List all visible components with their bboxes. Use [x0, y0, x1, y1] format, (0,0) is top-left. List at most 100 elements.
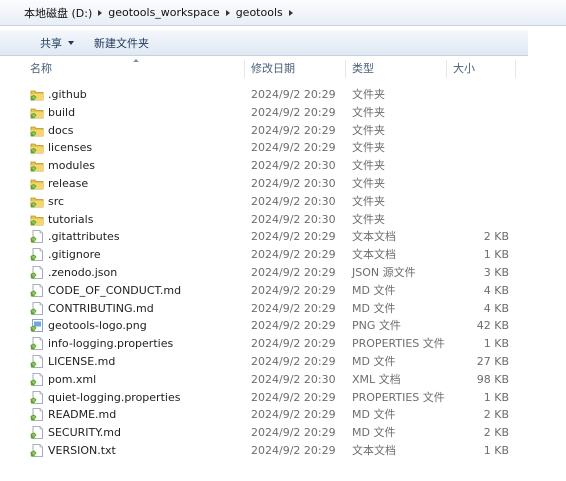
- file-date: 2024/9/2 20:29: [251, 123, 336, 137]
- file-row[interactable]: .zenodo.json 2024/9/2 20:29 JSON 源文件 3 KB: [24, 264, 528, 282]
- file-row[interactable]: .gitignore 2024/9/2 20:29 文本文档 1 KB: [24, 246, 528, 264]
- file-row[interactable]: docs 2024/9/2 20:29 文件夹: [24, 122, 528, 140]
- file-name: VERSION.txt: [48, 443, 116, 457]
- file-date: 2024/9/2 20:29: [251, 354, 336, 368]
- folder-icon: [30, 213, 44, 226]
- file-row[interactable]: CONTRIBUTING.md 2024/9/2 20:29 MD 文件 4 KB: [24, 300, 528, 318]
- file-name: licenses: [48, 141, 93, 155]
- file-icon: [30, 301, 44, 315]
- file-row[interactable]: modules 2024/9/2 20:30 文件夹: [24, 157, 528, 175]
- file-row[interactable]: build 2024/9/2 20:29 文件夹: [24, 104, 528, 122]
- file-date: 2024/9/2 20:29: [251, 141, 336, 155]
- chevron-right-icon[interactable]: [288, 9, 293, 16]
- file-size: 2 KB: [483, 408, 509, 422]
- column-header-size[interactable]: 大小: [453, 58, 513, 80]
- share-label: 共享: [40, 36, 62, 50]
- file-size: 1 KB: [483, 443, 509, 457]
- file-name: .gitignore: [48, 248, 101, 262]
- file-date: 2024/9/2 20:29: [251, 408, 336, 422]
- file-name: docs: [48, 123, 74, 137]
- new-folder-label: 新建文件夹: [94, 36, 149, 50]
- file-name: quiet-logging.properties: [48, 390, 181, 404]
- file-size: 3 KB: [483, 265, 509, 279]
- file-row[interactable]: geotools-logo.png 2024/9/2 20:29 PNG 文件 42 …: [24, 317, 528, 335]
- file-row[interactable]: SECURITY.md 2024/9/2 20:29 MD 文件 2 KB: [24, 424, 528, 442]
- file-row[interactable]: quiet-logging.properties 2024/9/2 20:29 PR…: [24, 389, 528, 407]
- image-file-icon: [30, 319, 44, 333]
- file-row[interactable]: VERSION.txt 2024/9/2 20:29 文本文档 1 KB: [24, 442, 528, 460]
- breadcrumb-item-drive[interactable]: 本地磁盘 (D:): [24, 5, 108, 21]
- file-date: 2024/9/2 20:29: [251, 105, 336, 119]
- file-row[interactable]: licenses 2024/9/2 20:29 文件夹: [24, 139, 528, 157]
- file-size: 1 KB: [483, 248, 509, 262]
- column-header-type[interactable]: 类型: [352, 58, 447, 80]
- file-type: XML 文档: [352, 372, 401, 386]
- file-type: MD 文件: [352, 408, 396, 422]
- column-header-date[interactable]: 修改日期: [251, 58, 346, 80]
- file-date: 2024/9/2 20:30: [251, 194, 336, 208]
- file-icon: [30, 337, 44, 351]
- file-date: 2024/9/2 20:29: [251, 443, 336, 457]
- chevron-right-icon[interactable]: [98, 9, 103, 16]
- file-size: 2 KB: [483, 426, 509, 440]
- file-type: 文件夹: [352, 141, 385, 155]
- file-row[interactable]: tutorials 2024/9/2 20:30 文件夹: [24, 211, 528, 229]
- file-icon: [30, 248, 44, 262]
- file-date: 2024/9/2 20:29: [251, 337, 336, 351]
- file-date: 2024/9/2 20:30: [251, 212, 336, 226]
- file-type: MD 文件: [352, 301, 396, 315]
- file-row[interactable]: info-logging.properties 2024/9/2 20:29 PRO…: [24, 335, 528, 353]
- file-row[interactable]: release 2024/9/2 20:30 文件夹: [24, 175, 528, 193]
- file-size: 98 KB: [476, 372, 509, 386]
- file-name: .github: [48, 88, 87, 101]
- file-row[interactable]: .github 2024/9/2 20:29 文件夹: [24, 86, 528, 104]
- folder-icon: [30, 124, 44, 137]
- file-date: 2024/9/2 20:29: [251, 426, 336, 440]
- column-divider[interactable]: [345, 60, 346, 78]
- breadcrumb-item-workspace[interactable]: geotools_workspace: [108, 6, 235, 19]
- chevron-right-icon[interactable]: [225, 9, 230, 16]
- file-icon: [30, 283, 44, 297]
- file-name: pom.xml: [48, 372, 97, 386]
- file-size: 27 KB: [476, 354, 509, 368]
- breadcrumb-item-geotools[interactable]: geotools: [236, 6, 299, 19]
- file-name: tutorials: [48, 212, 94, 226]
- folder-icon: [30, 177, 44, 190]
- file-type: 文件夹: [352, 194, 385, 208]
- file-name: .gitattributes: [48, 230, 120, 244]
- file-date: 2024/9/2 20:30: [251, 372, 336, 386]
- file-type: 文件夹: [352, 176, 385, 190]
- share-button[interactable]: 共享: [40, 35, 74, 51]
- file-type: 文本文档: [352, 230, 396, 244]
- file-date: 2024/9/2 20:29: [251, 265, 336, 279]
- file-size: 1 KB: [483, 390, 509, 404]
- breadcrumb-label: geotools_workspace: [108, 6, 220, 19]
- file-size: 4 KB: [483, 283, 509, 297]
- file-name: LICENSE.md: [48, 354, 116, 368]
- file-name: geotools-logo.png: [48, 319, 147, 333]
- file-size: 42 KB: [476, 319, 509, 333]
- file-name: release: [48, 176, 89, 190]
- folder-icon: [30, 195, 44, 208]
- file-type: 文本文档: [352, 248, 396, 262]
- file-row[interactable]: src 2024/9/2 20:30 文件夹: [24, 193, 528, 211]
- file-row[interactable]: .gitattributes 2024/9/2 20:29 文本文档 2 KB: [24, 228, 528, 246]
- file-row[interactable]: LICENSE.md 2024/9/2 20:29 MD 文件 27 KB: [24, 353, 528, 371]
- file-name: modules: [48, 159, 95, 173]
- file-row[interactable]: README.md 2024/9/2 20:29 MD 文件 2 KB: [24, 406, 528, 424]
- column-divider[interactable]: [515, 60, 516, 78]
- file-row[interactable]: pom.xml 2024/9/2 20:30 XML 文档 98 KB: [24, 371, 528, 389]
- command-bar: 共享 新建文件夹: [0, 30, 528, 56]
- folder-icon: [30, 159, 44, 172]
- file-date: 2024/9/2 20:29: [251, 390, 336, 404]
- file-size: 1 KB: [483, 337, 509, 351]
- column-divider[interactable]: [244, 60, 245, 78]
- file-type: MD 文件: [352, 354, 396, 368]
- new-folder-button[interactable]: 新建文件夹: [94, 35, 149, 51]
- column-divider[interactable]: [446, 60, 447, 78]
- file-type: JSON 源文件: [352, 265, 416, 279]
- file-row[interactable]: CODE_OF_CONDUCT.md 2024/9/2 20:29 MD 文件 4 K…: [24, 282, 528, 300]
- file-type: 文件夹: [352, 212, 385, 226]
- address-bar[interactable]: 本地磁盘 (D:) geotools_workspace geotools: [0, 0, 566, 26]
- file-name: .zenodo.json: [48, 265, 118, 279]
